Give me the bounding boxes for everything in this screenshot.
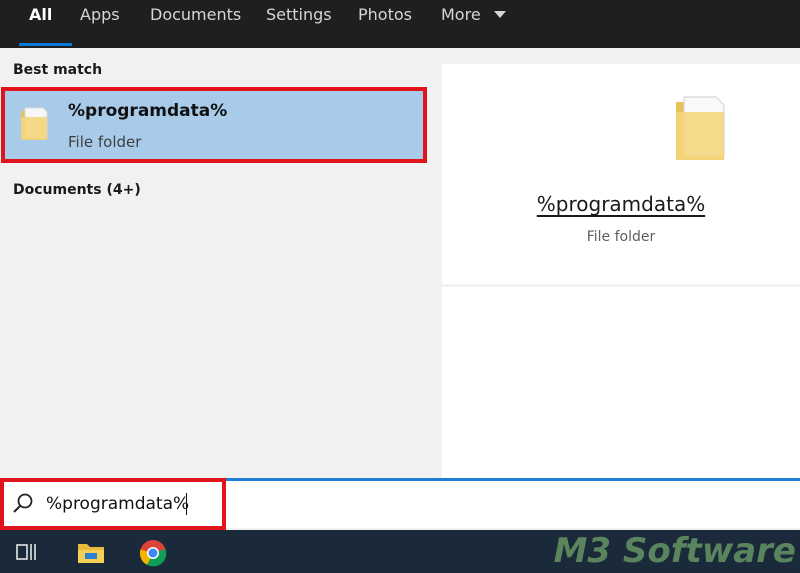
tab-apps[interactable]: Apps bbox=[80, 0, 120, 48]
preview-title[interactable]: %programdata% bbox=[442, 192, 800, 216]
file-explorer-icon[interactable] bbox=[77, 540, 105, 564]
tab-more[interactable]: More bbox=[441, 0, 506, 48]
best-match-heading: Best match bbox=[13, 62, 103, 78]
chevron-down-icon bbox=[493, 11, 506, 18]
folder-icon bbox=[676, 96, 725, 160]
search-highlight-box bbox=[0, 478, 226, 530]
documents-heading[interactable]: Documents (4+) bbox=[13, 182, 141, 198]
folder-icon bbox=[21, 107, 48, 140]
tab-label: Settings bbox=[266, 5, 332, 24]
search-scope-tabs: All Apps Documents Settings Photos More bbox=[0, 0, 800, 48]
tab-label: Photos bbox=[358, 5, 412, 24]
chrome-icon[interactable] bbox=[139, 539, 167, 567]
active-tab-indicator bbox=[19, 43, 73, 46]
tab-documents[interactable]: Documents bbox=[150, 0, 241, 48]
taskbar: M3 Software bbox=[0, 530, 800, 573]
result-subtitle: File folder bbox=[68, 133, 142, 151]
tab-label: Documents bbox=[150, 5, 242, 24]
tab-settings[interactable]: Settings bbox=[266, 0, 332, 48]
preview-panel: %programdata% File folder bbox=[442, 64, 800, 284]
preview-subtitle: File folder bbox=[586, 229, 656, 245]
result-title: %programdata% bbox=[68, 101, 228, 121]
tab-photos[interactable]: Photos bbox=[358, 0, 412, 48]
tab-all[interactable]: All bbox=[19, 0, 73, 48]
best-match-result[interactable]: %programdata% File folder bbox=[1, 87, 427, 163]
preview-actions-area bbox=[442, 287, 800, 478]
watermark-logo: M3 Software bbox=[553, 531, 796, 571]
tab-label: All bbox=[29, 5, 53, 24]
tab-label: Apps bbox=[80, 5, 120, 24]
tab-label: More bbox=[441, 5, 481, 24]
task-view-icon[interactable] bbox=[16, 542, 40, 562]
